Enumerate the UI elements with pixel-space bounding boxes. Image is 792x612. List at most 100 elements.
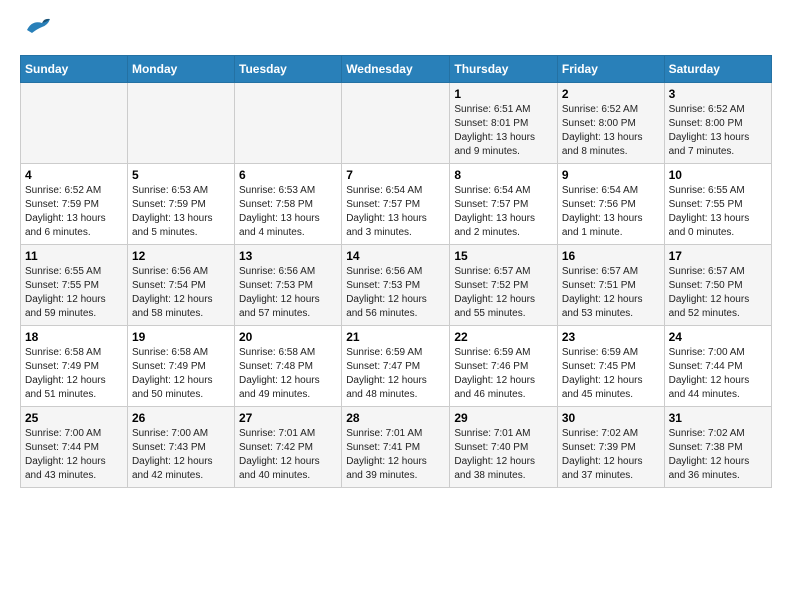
day-number: 19 <box>132 330 230 344</box>
day-info-text: Sunset: 7:53 PM <box>239 279 337 293</box>
day-info-text: Daylight: 12 hours and 57 minutes. <box>239 293 337 321</box>
calendar-cell: 9Sunrise: 6:54 AMSunset: 7:56 PMDaylight… <box>557 164 664 245</box>
day-info-text: Sunrise: 6:54 AM <box>562 184 660 198</box>
day-info-text: Sunset: 7:56 PM <box>562 198 660 212</box>
day-info-text: Sunrise: 7:01 AM <box>454 427 553 441</box>
day-number: 25 <box>25 411 123 425</box>
logo <box>20 20 52 45</box>
week-row-3: 11Sunrise: 6:55 AMSunset: 7:55 PMDayligh… <box>21 245 772 326</box>
day-info-text: Sunset: 7:48 PM <box>239 360 337 374</box>
day-info-text: Sunset: 7:52 PM <box>454 279 553 293</box>
calendar-table: SundayMondayTuesdayWednesdayThursdayFrid… <box>20 55 772 488</box>
day-info-text: Sunset: 7:59 PM <box>25 198 123 212</box>
day-info-text: Sunrise: 6:54 AM <box>454 184 553 198</box>
day-info-text: Sunrise: 6:51 AM <box>454 103 553 117</box>
day-info-text: Daylight: 13 hours and 7 minutes. <box>669 131 767 159</box>
day-info-text: Daylight: 12 hours and 59 minutes. <box>25 293 123 321</box>
day-info-text: Sunset: 7:58 PM <box>239 198 337 212</box>
day-number: 29 <box>454 411 553 425</box>
day-info-text: Sunset: 8:00 PM <box>562 117 660 131</box>
day-info-text: Daylight: 12 hours and 58 minutes. <box>132 293 230 321</box>
day-info-text: Sunset: 7:57 PM <box>454 198 553 212</box>
calendar-cell: 7Sunrise: 6:54 AMSunset: 7:57 PMDaylight… <box>342 164 450 245</box>
day-info-text: Daylight: 13 hours and 6 minutes. <box>25 212 123 240</box>
day-info-text: Sunset: 7:49 PM <box>25 360 123 374</box>
day-info-text: Sunrise: 6:57 AM <box>562 265 660 279</box>
day-info-text: Daylight: 12 hours and 45 minutes. <box>562 374 660 402</box>
calendar-cell: 6Sunrise: 6:53 AMSunset: 7:58 PMDaylight… <box>235 164 342 245</box>
day-info-text: Daylight: 12 hours and 39 minutes. <box>346 455 445 483</box>
day-info-text: Daylight: 12 hours and 42 minutes. <box>132 455 230 483</box>
day-info-text: Sunrise: 7:00 AM <box>25 427 123 441</box>
day-info-text: Daylight: 12 hours and 44 minutes. <box>669 374 767 402</box>
day-number: 24 <box>669 330 767 344</box>
calendar-cell: 26Sunrise: 7:00 AMSunset: 7:43 PMDayligh… <box>127 407 234 488</box>
day-info-text: Sunrise: 7:00 AM <box>132 427 230 441</box>
calendar-cell: 3Sunrise: 6:52 AMSunset: 8:00 PMDaylight… <box>664 83 771 164</box>
day-number: 15 <box>454 249 553 263</box>
day-number: 11 <box>25 249 123 263</box>
logo-bird-icon <box>22 15 52 40</box>
calendar-cell <box>21 83 128 164</box>
day-info-text: Sunset: 7:46 PM <box>454 360 553 374</box>
calendar-cell: 8Sunrise: 6:54 AMSunset: 7:57 PMDaylight… <box>450 164 558 245</box>
day-info-text: Daylight: 12 hours and 56 minutes. <box>346 293 445 321</box>
calendar-cell: 2Sunrise: 6:52 AMSunset: 8:00 PMDaylight… <box>557 83 664 164</box>
day-number: 21 <box>346 330 445 344</box>
day-info-text: Daylight: 12 hours and 43 minutes. <box>25 455 123 483</box>
header-cell-wednesday: Wednesday <box>342 56 450 83</box>
day-number: 14 <box>346 249 445 263</box>
day-number: 22 <box>454 330 553 344</box>
day-info-text: Sunrise: 6:58 AM <box>239 346 337 360</box>
day-info-text: Sunset: 7:39 PM <box>562 441 660 455</box>
day-info-text: Sunrise: 6:53 AM <box>132 184 230 198</box>
calendar-cell: 13 Sunrise: 6:56 AMSunset: 7:53 PMDayligh… <box>235 245 342 326</box>
day-number: 20 <box>239 330 337 344</box>
day-info-text: Sunrise: 6:54 AM <box>346 184 445 198</box>
day-info-text: Daylight: 12 hours and 51 minutes. <box>25 374 123 402</box>
day-info-text: Sunset: 7:50 PM <box>669 279 767 293</box>
calendar-cell: 15Sunrise: 6:57 AMSunset: 7:52 PMDayligh… <box>450 245 558 326</box>
day-info-text: Sunrise: 6:58 AM <box>132 346 230 360</box>
day-info-text: Daylight: 13 hours and 3 minutes. <box>346 212 445 240</box>
calendar-cell: 31Sunrise: 7:02 AMSunset: 7:38 PMDayligh… <box>664 407 771 488</box>
day-info-text: Sunrise: 6:58 AM <box>25 346 123 360</box>
day-info-text: Sunrise: 6:55 AM <box>25 265 123 279</box>
calendar-cell: 1Sunrise: 6:51 AMSunset: 8:01 PMDaylight… <box>450 83 558 164</box>
day-info-text: Sunrise: 6:59 AM <box>346 346 445 360</box>
header-cell-thursday: Thursday <box>450 56 558 83</box>
day-info-text: Sunset: 7:43 PM <box>132 441 230 455</box>
day-info-text: Daylight: 12 hours and 37 minutes. <box>562 455 660 483</box>
day-number: 5 <box>132 168 230 182</box>
day-number: 10 <box>669 168 767 182</box>
day-info-text: Sunset: 7:49 PM <box>132 360 230 374</box>
day-info-text: Daylight: 12 hours and 40 minutes. <box>239 455 337 483</box>
week-row-2: 4Sunrise: 6:52 AMSunset: 7:59 PMDaylight… <box>21 164 772 245</box>
header-row: SundayMondayTuesdayWednesdayThursdayFrid… <box>21 56 772 83</box>
day-info-text: Sunrise: 6:59 AM <box>562 346 660 360</box>
day-info-text: Sunrise: 6:56 AM <box>239 265 337 279</box>
day-info-text: Sunrise: 6:52 AM <box>25 184 123 198</box>
day-number: 2 <box>562 87 660 101</box>
calendar-cell: 12Sunrise: 6:56 AMSunset: 7:54 PMDayligh… <box>127 245 234 326</box>
calendar-cell: 16Sunrise: 6:57 AMSunset: 7:51 PMDayligh… <box>557 245 664 326</box>
day-number: 7 <box>346 168 445 182</box>
day-info-text: Daylight: 12 hours and 50 minutes. <box>132 374 230 402</box>
calendar-cell: 24Sunrise: 7:00 AMSunset: 7:44 PMDayligh… <box>664 326 771 407</box>
day-info-text: Daylight: 13 hours and 5 minutes. <box>132 212 230 240</box>
day-info-text: Daylight: 12 hours and 36 minutes. <box>669 455 767 483</box>
week-row-1: 1Sunrise: 6:51 AMSunset: 8:01 PMDaylight… <box>21 83 772 164</box>
day-number: 12 <box>132 249 230 263</box>
day-number: 13 <box>239 249 337 263</box>
day-info-text: Sunset: 7:45 PM <box>562 360 660 374</box>
day-info-text: Daylight: 13 hours and 4 minutes. <box>239 212 337 240</box>
calendar-cell: 28Sunrise: 7:01 AMSunset: 7:41 PMDayligh… <box>342 407 450 488</box>
header-cell-monday: Monday <box>127 56 234 83</box>
day-info-text: Sunset: 8:00 PM <box>669 117 767 131</box>
day-number: 16 <box>562 249 660 263</box>
day-info-text: Daylight: 13 hours and 0 minutes. <box>669 212 767 240</box>
week-row-5: 25Sunrise: 7:00 AMSunset: 7:44 PMDayligh… <box>21 407 772 488</box>
day-info-text: Sunset: 7:38 PM <box>669 441 767 455</box>
calendar-cell: 27Sunrise: 7:01 AMSunset: 7:42 PMDayligh… <box>235 407 342 488</box>
calendar-cell: 22Sunrise: 6:59 AMSunset: 7:46 PMDayligh… <box>450 326 558 407</box>
